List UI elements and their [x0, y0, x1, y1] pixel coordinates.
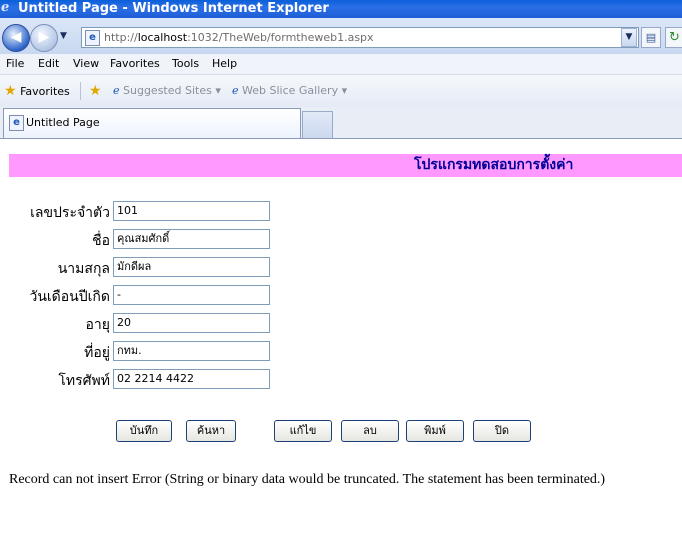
refresh-icon[interactable]: ↻ [665, 27, 682, 48]
id-input[interactable] [113, 201, 270, 221]
address-toolbar: ◀ ▶ ▼ e http://localhost:1032/TheWeb/for… [0, 18, 682, 54]
menu-help[interactable]: Help [212, 54, 237, 74]
tab-page-icon: e [9, 115, 24, 131]
label-id: เลขประจำตัว [30, 205, 110, 221]
address-input-field[interactable] [113, 341, 270, 361]
window-title: Untitled Page - Windows Internet Explore… [18, 1, 329, 16]
tab-bar: e Untitled Page [0, 107, 682, 139]
back-button[interactable]: ◀ [2, 24, 30, 52]
new-tab-button[interactable] [302, 111, 333, 138]
web-slice-gallery-button[interactable]: ℯ Web Slice Gallery ▾ [232, 75, 347, 107]
favorites-star-icon: ★ [4, 83, 17, 99]
toolbar-separator [80, 82, 81, 100]
phone-input[interactable] [113, 369, 270, 389]
favorites-bar: ★ Favorites ★ ℯ Suggested Sites ▾ ℯ Web … [0, 75, 682, 108]
first-name-input[interactable] [113, 229, 270, 249]
age-input[interactable] [113, 313, 270, 333]
label-address: ที่อยู่ [84, 345, 110, 361]
label-birth-date: วันเดือนปีเกิด [29, 289, 110, 305]
page-heading: โปรแกรมทดสอบการตั้งค่า [414, 157, 574, 173]
page-content: โปรแกรมทดสอบการตั้งค่า เลขประจำตัว ชื่อ … [0, 139, 682, 551]
menu-tools[interactable]: Tools [172, 54, 199, 74]
window-titlebar: ℯ Untitled Page - Windows Internet Explo… [0, 0, 682, 18]
label-first-name: ชื่อ [92, 233, 110, 249]
ie-logo-icon: ℯ [1, 0, 10, 15]
heading-band: โปรแกรมทดสอบการตั้งค่า [9, 154, 682, 177]
menu-file[interactable]: File [6, 54, 24, 74]
suggested-sites-icon: ℯ [113, 84, 120, 97]
menu-view[interactable]: View [73, 54, 99, 74]
history-dropdown-icon[interactable]: ▼ [60, 32, 68, 41]
label-phone: โทรศัพท์ [58, 373, 110, 389]
birth-date-input[interactable] [113, 285, 270, 305]
delete-button[interactable]: ลบ [341, 420, 399, 442]
search-button[interactable]: ค้นหา [186, 420, 236, 442]
menu-bar: File Edit View Favorites Tools Help [0, 54, 682, 75]
forward-button[interactable]: ▶ [30, 24, 58, 52]
menu-edit[interactable]: Edit [38, 54, 59, 74]
edit-button[interactable]: แก้ไข [274, 420, 332, 442]
address-input[interactable]: e http://localhost:1032/TheWeb/formthewe… [81, 27, 639, 48]
status-message: Record can not insert Error (String or b… [9, 472, 606, 487]
save-button[interactable]: บันทึก [116, 420, 172, 442]
compatibility-view-icon[interactable]: ▤ [641, 27, 661, 48]
favorites-button[interactable]: ★ Favorites [4, 75, 70, 108]
add-favorite-icon[interactable]: ★ [89, 75, 102, 108]
tab-untitled-page[interactable]: e Untitled Page [3, 108, 301, 138]
page-icon: e [85, 30, 100, 46]
address-dropdown-icon[interactable]: ▼ [621, 28, 637, 47]
menu-favorites[interactable]: Favorites [110, 54, 160, 74]
last-name-input[interactable] [113, 257, 270, 277]
address-url: http://localhost:1032/TheWeb/formtheweb1… [104, 31, 374, 44]
suggested-sites-button[interactable]: ℯ Suggested Sites ▾ [113, 75, 221, 107]
web-slice-icon: ℯ [232, 84, 239, 97]
label-age: อายุ [85, 317, 110, 333]
print-button[interactable]: พิมพ์ [406, 420, 464, 442]
label-last-name: นามสกุล [57, 261, 110, 277]
close-button[interactable]: ปิด [473, 420, 531, 442]
